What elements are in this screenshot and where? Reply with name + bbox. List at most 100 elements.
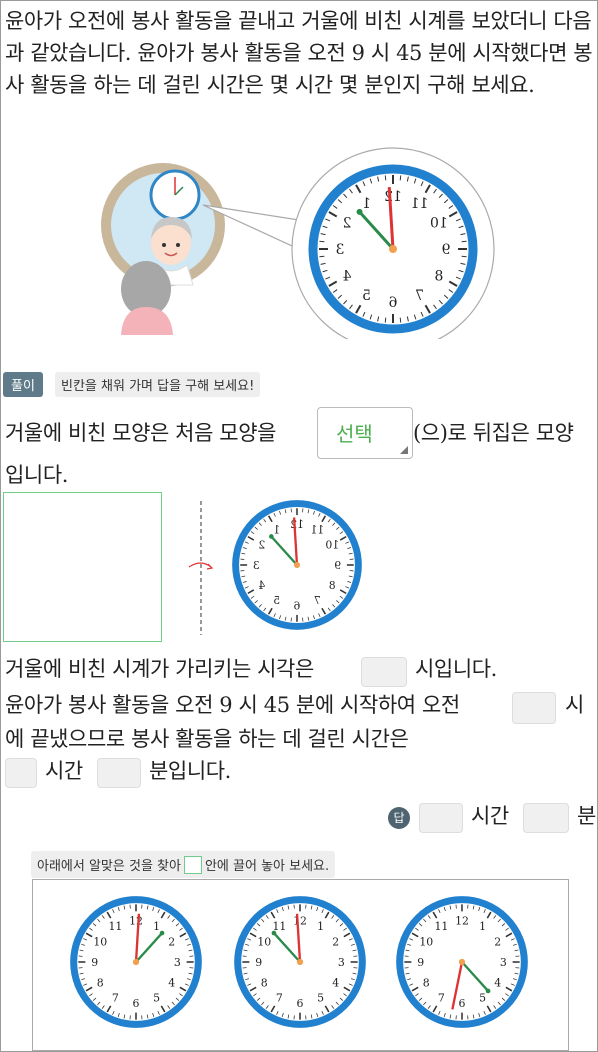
girl-back-icon bbox=[121, 261, 173, 335]
clock-tick bbox=[384, 317, 387, 323]
clock-center bbox=[132, 958, 140, 966]
option-clock-3[interactable]: 12 12 3 456 78 9 1011 bbox=[395, 895, 529, 1029]
clock-number: 11 bbox=[108, 920, 122, 933]
clock-number: 6 bbox=[293, 600, 300, 613]
clock-number: 7 bbox=[314, 594, 321, 607]
answer-hours-input[interactable] bbox=[419, 803, 463, 833]
clock-number: 2 bbox=[168, 935, 175, 948]
clock-tick bbox=[399, 175, 402, 181]
clock-number: 1 bbox=[362, 196, 371, 212]
clock-number: 12 bbox=[384, 189, 402, 205]
clock-number: 3 bbox=[253, 559, 260, 572]
clock-number: 12 bbox=[129, 915, 143, 928]
clock-number: 1 bbox=[317, 920, 324, 933]
dropdown-corner-icon bbox=[400, 446, 408, 454]
answer-hours-label: 시간 bbox=[471, 804, 509, 828]
clock-number: 5 bbox=[153, 992, 160, 1005]
clock-number: 1 bbox=[479, 920, 486, 933]
answer-minutes-input[interactable] bbox=[523, 803, 569, 833]
clock-number: 12 bbox=[290, 518, 304, 531]
solution-line5-minutes: 분입니다. bbox=[149, 759, 231, 783]
minute-hand-tip bbox=[485, 988, 491, 994]
clock-drop-zone[interactable] bbox=[3, 492, 162, 642]
clock-number: 4 bbox=[343, 269, 352, 285]
end-hour-input[interactable] bbox=[512, 692, 556, 724]
clock-number: 12 bbox=[455, 915, 469, 928]
clock-number: 1 bbox=[153, 920, 160, 933]
option-clock-2[interactable]: 12 1234567891011 bbox=[233, 895, 367, 1029]
solution-line4: 에 끝냈으므로 봉사 활동을 하는 데 걸린 시간은 bbox=[5, 727, 409, 751]
clock-center bbox=[296, 958, 304, 966]
clock-tick bbox=[461, 240, 467, 243]
clock-number: 9 bbox=[417, 956, 424, 969]
solution-line1-end: 입니다. bbox=[5, 463, 69, 487]
clock-number: 5 bbox=[317, 992, 324, 1005]
clock-number: 7 bbox=[276, 992, 283, 1005]
drag-hint-after: 안에 끌어 놓아 보세요. bbox=[204, 859, 330, 874]
clock-number: 2 bbox=[343, 216, 352, 232]
answer-minutes-label: 분 bbox=[577, 804, 596, 828]
mirror-line-icon bbox=[188, 501, 214, 635]
clock-number: 3 bbox=[338, 956, 345, 969]
clock-number: 4 bbox=[258, 579, 265, 592]
drag-hint: 아래에서 알맞은 것을 찾아 안에 끌어 놓아 보세요. bbox=[31, 851, 336, 878]
select-label: 선택 bbox=[336, 422, 373, 446]
clock-center bbox=[293, 561, 301, 569]
clock-number: 9 bbox=[255, 956, 262, 969]
clock-number: 9 bbox=[334, 559, 341, 572]
clock-number: 11 bbox=[311, 524, 325, 537]
option-clock-1[interactable]: 12 12 3 456 78 9 1011 bbox=[69, 895, 203, 1029]
clock-number: 10 bbox=[257, 935, 271, 948]
elapsed-minutes-input[interactable] bbox=[97, 758, 141, 788]
clock-number: 8 bbox=[261, 977, 268, 990]
clock-number: 11 bbox=[434, 920, 448, 933]
problem-text: 윤아가 오전에 봉사 활동을 끝내고 거울에 비친 시계를 보았더니 다음과 같… bbox=[5, 9, 593, 97]
time-hour-input[interactable] bbox=[361, 657, 407, 687]
clock-number: 2 bbox=[258, 539, 265, 552]
elapsed-hours-input[interactable] bbox=[5, 758, 37, 788]
clock-number: 2 bbox=[494, 935, 501, 948]
clock-number: 6 bbox=[388, 295, 397, 311]
clock-number: 5 bbox=[479, 992, 486, 1005]
minute-hand-tip bbox=[356, 208, 363, 215]
solution-line3-after: 시 bbox=[565, 693, 584, 717]
clock-number: 5 bbox=[273, 594, 280, 607]
answer-badge: 답 bbox=[388, 807, 410, 829]
clock-number: 9 bbox=[442, 242, 451, 258]
clock-number: 4 bbox=[494, 977, 501, 990]
solution-line2-before: 거울에 비친 시계가 가리키는 시각은 bbox=[5, 657, 314, 681]
clock-center bbox=[389, 245, 397, 253]
solution-line1-after: (으)로 뒤집은 모양 bbox=[413, 421, 574, 445]
clock-number: 3 bbox=[500, 956, 507, 969]
clock-number: 4 bbox=[168, 977, 175, 990]
clock-tick bbox=[319, 240, 325, 243]
clock-number: 1 bbox=[273, 524, 280, 537]
solution-hint: 빈칸을 채워 가며 답을 구해 보세요! bbox=[55, 372, 261, 397]
clock-number: 8 bbox=[423, 977, 430, 990]
solution-line2-after: 시입니다. bbox=[415, 657, 497, 681]
clock-number: 3 bbox=[336, 242, 345, 258]
clock-number: 4 bbox=[332, 977, 339, 990]
reference-mirror-clock: 12 12 3 45 6 78 9 1011 bbox=[232, 500, 362, 630]
clock-number: 10 bbox=[430, 216, 448, 232]
clock-number: 9 bbox=[91, 956, 98, 969]
clock-number: 11 bbox=[411, 196, 429, 212]
clock-tick bbox=[384, 175, 387, 181]
minute-hand-tip bbox=[271, 930, 277, 936]
clock-number: 8 bbox=[434, 269, 443, 285]
drop-box-icon bbox=[183, 856, 202, 874]
minute-hand-tip bbox=[159, 930, 165, 936]
solution-line5-hours: 시간 bbox=[45, 759, 83, 783]
clock-number: 6 bbox=[459, 997, 466, 1010]
clock-number: 8 bbox=[329, 579, 336, 592]
flip-direction-select[interactable]: 선택 bbox=[317, 407, 413, 459]
clock-number: 3 bbox=[174, 956, 181, 969]
clock-tick bbox=[399, 317, 402, 323]
clock-number: 5 bbox=[362, 288, 371, 304]
mirror-clock-small-icon bbox=[149, 169, 201, 221]
clock-number: 10 bbox=[419, 935, 433, 948]
clock-number: 7 bbox=[415, 288, 424, 304]
minute-hand-tip bbox=[269, 534, 274, 539]
clock-number: 12 bbox=[293, 915, 307, 928]
clock-tick bbox=[319, 255, 325, 258]
